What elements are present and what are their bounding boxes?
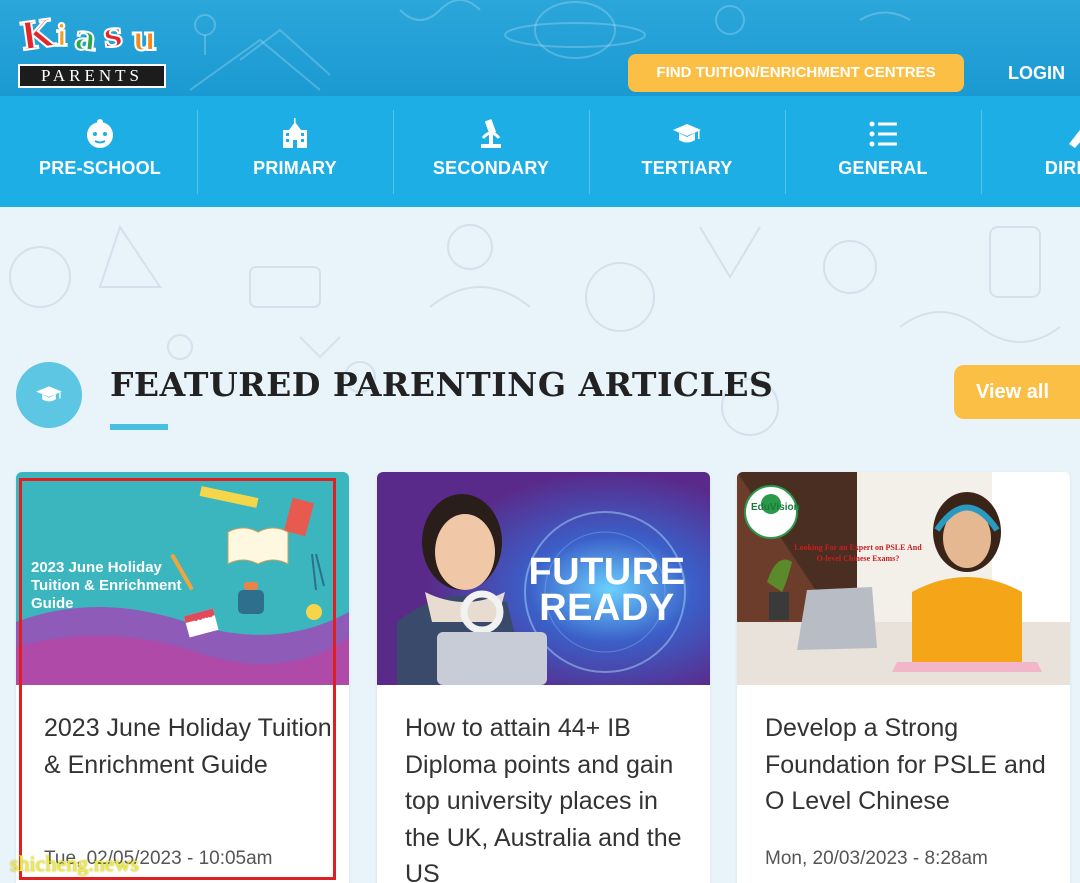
article-title[interactable]: How to attain 44+ IB Diploma points and … (405, 710, 695, 883)
login-link[interactable]: LOGIN (1008, 60, 1065, 86)
nav-label: DIRECT (1044, 158, 1080, 178)
logo-letters-graphic: K i a s u (18, 9, 158, 61)
section-icon-badge (16, 362, 82, 428)
article-title[interactable]: Develop a Strong Foundation for PSLE and… (765, 710, 1055, 820)
thumbnail-caption-line: READY (539, 587, 675, 629)
logo-plate-text: PARENTS (18, 64, 166, 88)
view-all-button[interactable]: View all (954, 365, 1080, 419)
nav-item-pre-school[interactable]: PRE-SCHOOL (2, 110, 198, 194)
find-tuition-button[interactable]: FIND TUITION/ENRICHMENT CENTRES (628, 54, 964, 92)
article-card[interactable]: 2023 June Holiday Tuition & Enrichment G… (16, 472, 349, 883)
thumbnail-tagline: Looking For an Expert on PSLE And O-leve… (794, 543, 922, 563)
nav-item-tertiary[interactable]: TERTIARY (589, 110, 785, 194)
microscope-icon (481, 119, 501, 148)
nav-label: GENERAL (838, 158, 928, 178)
brand-logo-text: EduVision (751, 502, 800, 513)
article-title[interactable]: 2023 June Holiday Tuition & Enrichment G… (44, 710, 334, 783)
article-thumbnail: FUTURE READY (377, 472, 710, 685)
svg-text:i: i (56, 19, 67, 54)
site-header: K i a s u PARENTS FIND TUITION/ENRICHMEN… (0, 0, 1080, 96)
article-card[interactable]: FUTURE READY How to attain 44+ IB Diplom… (377, 472, 710, 883)
svg-text:a: a (73, 18, 99, 60)
list-icon (869, 121, 897, 147)
graduation-cap-icon (673, 124, 701, 143)
directory-icon (1069, 129, 1080, 148)
main-content: FEATURED PARENTING ARTICLES View all 202… (0, 207, 1080, 883)
article-thumbnail: EduVision Looking For an Expert on PSLE … (737, 472, 1070, 685)
nav-label: PRIMARY (253, 158, 337, 178)
nav-item-secondary[interactable]: SECONDARY (393, 110, 589, 194)
nav-item-general[interactable]: GENERAL (785, 110, 981, 194)
nav-item-directory[interactable]: DIRECT (981, 110, 1080, 194)
section-title: FEATURED PARENTING ARTICLES (110, 365, 774, 404)
school-building-icon (283, 118, 307, 148)
article-thumbnail: 2023 June Holiday Tuition & Enrichment G… (16, 472, 349, 685)
kiasu-parents-logo[interactable]: K i a s u PARENTS (16, 6, 168, 88)
svg-text:s: s (101, 15, 124, 57)
thumbnail-caption: 2023 June Holiday Tuition & Enrichment G… (31, 559, 182, 613)
watermark-text: shicheng.news (10, 851, 139, 876)
graduation-cap-icon (36, 386, 62, 402)
category-nav: PRE-SCHOOL PRIMARY SECONDARY TERTIARY GE… (0, 96, 1080, 207)
article-card[interactable]: EduVision Looking For an Expert on PSLE … (737, 472, 1070, 883)
thumbnail-caption: FUTURE READY (527, 551, 687, 629)
thumbnail-caption-line: Tuition & Enrichment (31, 577, 182, 594)
section-title-underline (110, 424, 168, 430)
baby-icon (87, 119, 113, 148)
thumbnail-caption-line: 2023 June Holiday (31, 559, 162, 576)
thumbnail-caption-line: FUTURE (528, 551, 686, 593)
nav-label: SECONDARY (432, 158, 550, 178)
svg-text:K: K (18, 10, 58, 59)
nav-item-primary[interactable]: PRIMARY (197, 110, 393, 194)
svg-text:u: u (132, 19, 157, 59)
article-date: Mon, 20/03/2023 - 8:28am (765, 848, 988, 869)
nav-label: TERTIARY (641, 158, 733, 178)
thumbnail-caption-line: Guide (31, 595, 74, 612)
nav-label: PRE-SCHOOL (38, 158, 161, 178)
